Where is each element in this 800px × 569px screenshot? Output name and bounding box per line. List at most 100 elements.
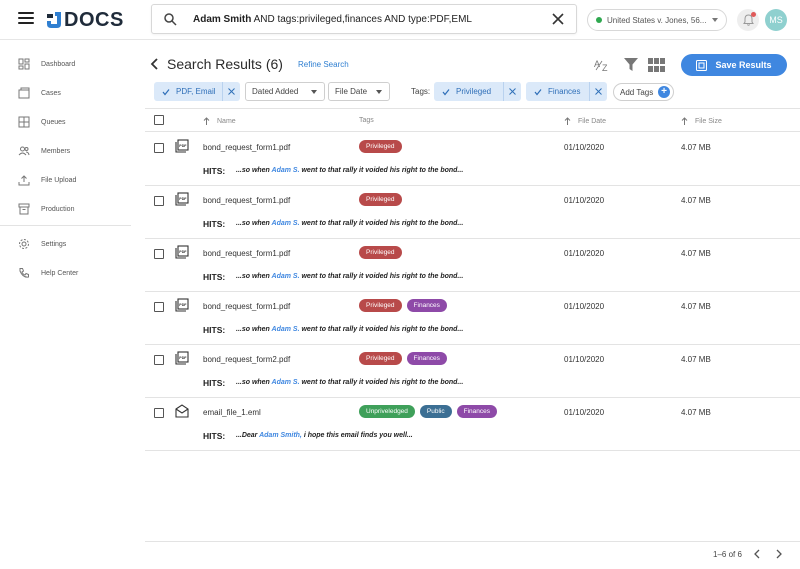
add-tags-label: Add Tags	[620, 87, 654, 97]
file-size: 4.07 MB	[681, 249, 711, 258]
archive-icon	[18, 203, 30, 215]
tag-pill[interactable]: Finances	[456, 405, 498, 418]
file-name[interactable]: bond_request_form1.pdf	[203, 143, 290, 152]
hit-snippet-post: went to that rally it voided his right t…	[299, 379, 464, 386]
page-title: Search Results (6)	[167, 56, 283, 72]
filter-chip-privileged[interactable]: Privileged	[434, 82, 521, 101]
file-size: 4.07 MB	[681, 408, 711, 417]
tag-pill[interactable]: Privileged	[359, 193, 402, 206]
hits-label: HITS:	[203, 325, 226, 335]
chevron-right-icon[interactable]	[775, 549, 783, 559]
app-logo[interactable]: DOCS	[46, 9, 124, 31]
file-size: 4.07 MB	[681, 302, 711, 311]
save-results-button[interactable]: Save Results	[681, 54, 787, 76]
table-row[interactable]: PDF bond_request_form2.pdf Privileged Finan…	[145, 345, 800, 398]
svg-text:PDF: PDF	[179, 197, 187, 201]
save-icon	[696, 59, 708, 71]
case-status-dot	[596, 17, 602, 23]
add-tags-button[interactable]: Add Tags +	[613, 83, 674, 101]
column-header-name[interactable]: Name	[203, 117, 236, 125]
sidebar-item-settings[interactable]: Settings	[0, 233, 131, 255]
case-selector[interactable]: United States v. Jones, 56...	[587, 9, 727, 31]
tag-pill[interactable]: Finances	[406, 352, 447, 365]
remove-filter-button[interactable]	[503, 82, 521, 101]
case-label: United States v. Jones, 56...	[607, 15, 707, 25]
sort-arrow-icon	[564, 117, 571, 125]
chevron-down-icon	[712, 18, 718, 22]
hits-label: HITS:	[203, 431, 226, 441]
refine-search-link[interactable]: Refine Search	[298, 60, 349, 69]
sidebar-item-dashboard[interactable]: Dashboard	[0, 53, 131, 75]
row-checkbox[interactable]	[154, 196, 164, 206]
avatar[interactable]: MS	[765, 9, 787, 31]
menu-icon[interactable]	[18, 12, 34, 24]
top-bar: DOCS Adam Smith AND tags:privileged,fina…	[0, 0, 800, 40]
column-header-file-date[interactable]: File Date	[564, 117, 606, 125]
clear-search-icon[interactable]	[552, 13, 564, 25]
filter-chip-type[interactable]: PDF, Email	[154, 82, 240, 101]
select-all-checkbox[interactable]	[154, 115, 164, 125]
svg-text:Z: Z	[602, 63, 608, 72]
check-icon	[442, 88, 450, 95]
file-date-dropdown[interactable]: File Date	[328, 82, 390, 101]
hit-snippet: ...so when Adam S. went to that rally it…	[236, 220, 463, 227]
file-name[interactable]: bond_request_form1.pdf	[203, 302, 290, 311]
file-name[interactable]: bond_request_form1.pdf	[203, 249, 290, 258]
file-name[interactable]: bond_request_form2.pdf	[203, 355, 290, 364]
sidebar-item-production[interactable]: Production	[0, 198, 131, 220]
notifications-button[interactable]	[737, 9, 759, 31]
search-bar[interactable]: Adam Smith AND tags:privileged,finances …	[151, 4, 577, 34]
dated-added-label: Dated Added	[252, 87, 299, 96]
row-checkbox[interactable]	[154, 143, 164, 153]
file-type-icon: PDF	[175, 192, 189, 206]
sidebar-item-cases[interactable]: Cases	[0, 82, 131, 104]
grid-view-icon[interactable]	[648, 58, 665, 72]
row-checkbox[interactable]	[154, 302, 164, 312]
row-checkbox[interactable]	[154, 249, 164, 259]
tag-pill[interactable]: Privileged	[359, 352, 402, 365]
back-arrow-icon[interactable]	[150, 58, 160, 70]
sort-az-icon[interactable]: A Z	[594, 58, 612, 72]
file-type-icon: PDF	[175, 298, 189, 312]
tag-pill[interactable]: Unpriveledged	[359, 405, 415, 418]
filter-icon[interactable]	[624, 58, 638, 71]
hit-snippet-pre: ...so when	[236, 326, 272, 333]
row-checkbox[interactable]	[154, 408, 164, 418]
sidebar-item-members[interactable]: Members	[0, 140, 131, 162]
file-name[interactable]: bond_request_form1.pdf	[203, 196, 290, 205]
remove-filter-button[interactable]	[222, 82, 240, 101]
filter-chip-finances[interactable]: Finances	[526, 82, 607, 101]
remove-filter-button[interactable]	[589, 82, 607, 101]
tag-pill[interactable]: Public	[419, 405, 452, 418]
hit-snippet-pre: ...so when	[236, 167, 272, 174]
sidebar-item-queues[interactable]: Queues	[0, 111, 131, 133]
column-header-file-size[interactable]: File Size	[681, 117, 722, 125]
table-row[interactable]: PDF bond_request_form1.pdf Privileged 01/10…	[145, 239, 800, 292]
search-input[interactable]: Adam Smith AND tags:privileged,finances …	[193, 14, 552, 25]
sidebar-item-help-center[interactable]: Help Center	[0, 262, 131, 284]
dated-added-dropdown[interactable]: Dated Added	[245, 82, 325, 101]
tag-pill[interactable]: Privileged	[359, 299, 402, 312]
tag-pill[interactable]: Finances	[406, 299, 447, 312]
sidebar-item-file-upload[interactable]: File Upload	[0, 169, 131, 191]
table-row[interactable]: PDF bond_request_form1.pdf Privileged Finan…	[145, 292, 800, 345]
table-row[interactable]: PDF bond_request_form1.pdf Privileged 01/10…	[145, 133, 800, 186]
sidebar-item-label: File Upload	[41, 176, 77, 184]
check-icon	[162, 88, 170, 95]
svg-text:PDF: PDF	[179, 250, 187, 254]
file-date: 01/10/2020	[564, 143, 605, 152]
file-size: 4.07 MB	[681, 196, 711, 205]
pdf-file-icon: PDF	[175, 245, 189, 259]
row-checkbox[interactable]	[154, 355, 164, 365]
filter-chip-privileged-label: Privileged	[456, 87, 492, 96]
sidebar: Dashboard Cases Queues Members File Uplo…	[0, 41, 131, 569]
tag-pill[interactable]: Privileged	[359, 246, 402, 259]
tag-pill[interactable]: Privileged	[359, 140, 402, 153]
sidebar-item-label: Members	[41, 147, 71, 155]
table-row[interactable]: email_file_1.eml Unpriveledged Public Finan…	[145, 398, 800, 451]
chevron-left-icon[interactable]	[753, 549, 761, 559]
search-icon	[164, 12, 177, 26]
logo-mark-icon	[47, 12, 61, 28]
table-row[interactable]: PDF bond_request_form1.pdf Privileged 01/10…	[145, 186, 800, 239]
file-name[interactable]: email_file_1.eml	[203, 408, 261, 417]
